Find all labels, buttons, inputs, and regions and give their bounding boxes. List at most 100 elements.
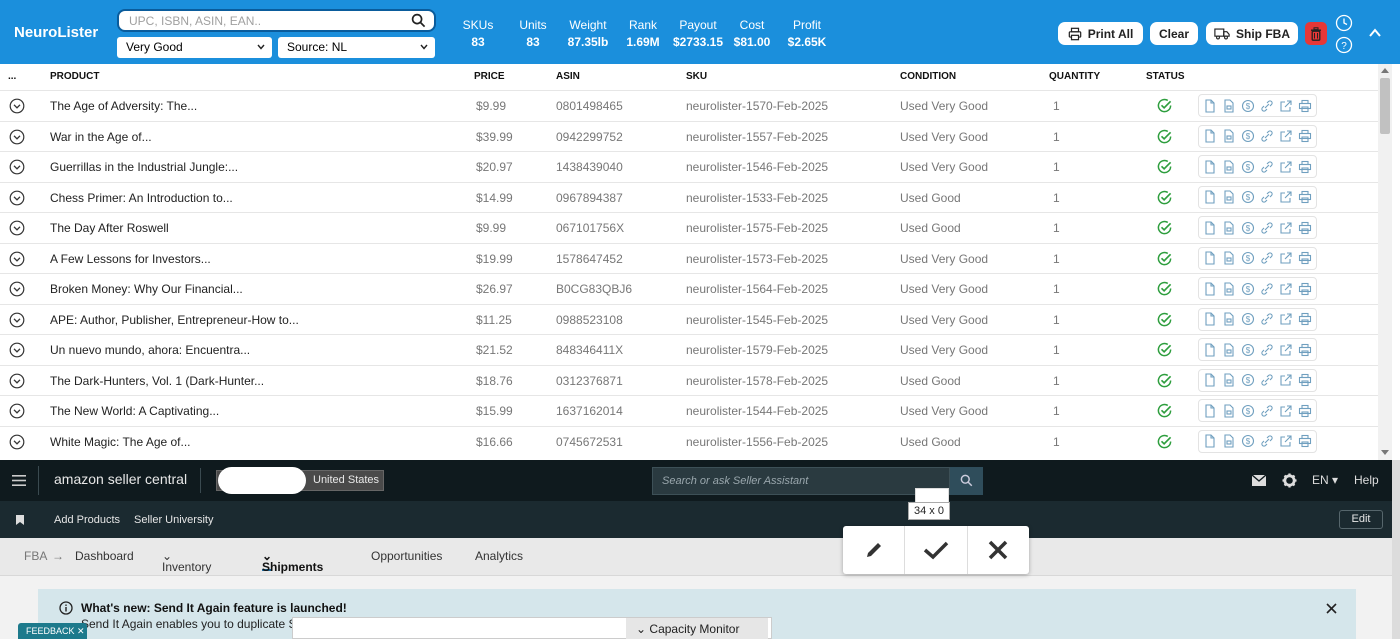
bookmark-seller-university[interactable]: Seller University [134,514,213,526]
label-icon[interactable] [1222,220,1236,235]
edit-tool-button[interactable] [843,526,906,574]
table-row[interactable]: Un nuevo mundo, ahora: Encuentra... $21.5… [0,334,1378,365]
label-icon[interactable] [1222,129,1236,143]
label-icon[interactable] [1222,190,1236,204]
link-icon[interactable] [1260,343,1274,357]
expand-row-icon[interactable] [9,434,25,450]
breadcrumb-fba[interactable]: FBA [24,549,47,563]
search-input[interactable] [129,11,409,30]
product-title[interactable]: War in the Age of... [50,130,152,144]
dollar-icon[interactable]: $ [1241,282,1255,296]
dollar-icon[interactable]: $ [1241,312,1255,326]
printer-icon[interactable] [1298,221,1312,235]
table-row[interactable]: White Magic: The Age of... $16.66 07456725… [0,425,1378,457]
printer-icon[interactable] [1298,129,1312,143]
table-row[interactable]: A Few Lessons for Investors... $19.99 1578… [0,242,1378,274]
link-icon[interactable] [1260,282,1274,296]
link-icon[interactable] [1260,221,1274,235]
expand-row-icon[interactable] [9,403,25,419]
document-icon[interactable] [1203,98,1217,113]
table-row[interactable]: APE: Author, Publisher, Entrepreneur-How… [0,303,1378,335]
dollar-icon[interactable]: $ [1241,251,1255,265]
clear-button[interactable]: Clear [1150,22,1198,45]
printer-icon[interactable] [1298,160,1312,174]
bookmark-add-products[interactable]: Add Products [54,514,120,526]
external-link-icon[interactable] [1279,251,1293,265]
external-link-icon[interactable] [1279,99,1293,113]
expand-row-icon[interactable] [9,98,25,114]
printer-icon[interactable] [1298,434,1312,448]
trash-button[interactable] [1305,22,1327,45]
expand-row-icon[interactable] [9,312,25,328]
dollar-icon[interactable]: $ [1241,190,1255,204]
expand-row-icon[interactable] [9,129,25,145]
printer-icon[interactable] [1298,373,1312,387]
table-scrollbar[interactable] [1378,64,1392,460]
product-title[interactable]: APE: Author, Publisher, Entrepreneur-How… [50,313,299,327]
printer-icon[interactable] [1298,190,1312,204]
print-all-button[interactable]: Print All [1058,22,1143,45]
document-icon[interactable] [1203,342,1217,357]
dollar-icon[interactable]: $ [1241,221,1255,235]
external-link-icon[interactable] [1279,343,1293,357]
external-link-icon[interactable] [1279,160,1293,174]
nav-dashboard[interactable]: Dashboard [75,549,134,563]
link-icon[interactable] [1260,251,1274,265]
table-row[interactable]: Guerrillas in the Industrial Jungle:... $… [0,151,1378,182]
label-icon[interactable] [1222,434,1236,448]
printer-icon[interactable] [1298,404,1312,418]
dollar-icon[interactable]: $ [1241,99,1255,113]
search-box[interactable] [117,9,436,32]
label-icon[interactable] [1222,281,1236,296]
product-title[interactable]: Broken Money: Why Our Financial... [50,282,243,296]
table-row[interactable]: The Dark-Hunters, Vol. 1 (Dark-Hunter...… [0,364,1378,396]
expand-row-icon[interactable] [9,220,25,236]
label-icon[interactable] [1222,373,1236,387]
external-link-icon[interactable] [1279,404,1293,418]
clock-icon[interactable] [1335,14,1353,32]
gear-icon[interactable] [1282,473,1297,488]
nav-inventory[interactable]: Inventory ⌄ [162,549,211,574]
help-icon[interactable]: ? [1335,36,1353,54]
ship-fba-button[interactable]: Ship FBA [1206,22,1298,45]
cancel-button[interactable] [968,526,1029,574]
mail-icon[interactable] [1252,475,1266,486]
product-title[interactable]: The Dark-Hunters, Vol. 1 (Dark-Hunter... [50,374,264,388]
label-icon[interactable] [1222,159,1236,174]
table-row[interactable]: The Age of Adversity: The... $9.99 0801498… [0,90,1378,121]
label-icon[interactable] [1222,403,1236,418]
printer-icon[interactable] [1298,312,1312,326]
dollar-icon[interactable]: $ [1241,404,1255,418]
dollar-icon[interactable]: $ [1241,373,1255,387]
dollar-icon[interactable]: $ [1241,160,1255,174]
confirm-button[interactable] [905,526,968,574]
label-icon[interactable] [1222,251,1236,265]
nav-shipments[interactable]: Shipments ⌄ [262,549,323,574]
expand-row-icon[interactable] [9,190,25,206]
external-link-icon[interactable] [1279,434,1293,448]
document-icon[interactable] [1203,312,1217,326]
nav-analytics[interactable]: Analytics [475,549,523,563]
label-icon[interactable] [1222,312,1236,326]
table-row[interactable]: Chess Primer: An Introduction to... $14.9… [0,181,1378,213]
close-icon[interactable] [1326,603,1337,614]
product-title[interactable]: The Day After Roswell [50,221,169,235]
dollar-icon[interactable]: $ [1241,129,1255,143]
table-row[interactable]: War in the Age of... $39.99 0942299752 neur… [0,120,1378,152]
chevron-up-icon[interactable] [1368,27,1382,39]
scroll-down-arrow-icon[interactable] [1381,450,1389,456]
document-icon[interactable] [1203,129,1217,143]
product-title[interactable]: Un nuevo mundo, ahora: Encuentra... [50,343,250,357]
link-icon[interactable] [1260,160,1274,174]
product-title[interactable]: White Magic: The Age of... [50,435,191,449]
product-title[interactable]: A Few Lessons for Investors... [50,252,211,266]
printer-icon[interactable] [1298,282,1312,296]
document-icon[interactable] [1203,190,1217,204]
label-icon[interactable] [1222,98,1236,113]
expand-row-icon[interactable] [9,159,25,175]
help-link[interactable]: Help [1354,473,1379,487]
external-link-icon[interactable] [1279,129,1293,143]
table-row[interactable]: Broken Money: Why Our Financial... $26.97… [0,273,1378,304]
seller-assistant-search[interactable]: Search or ask Seller Assistant [652,467,950,495]
search-icon[interactable] [411,13,426,28]
